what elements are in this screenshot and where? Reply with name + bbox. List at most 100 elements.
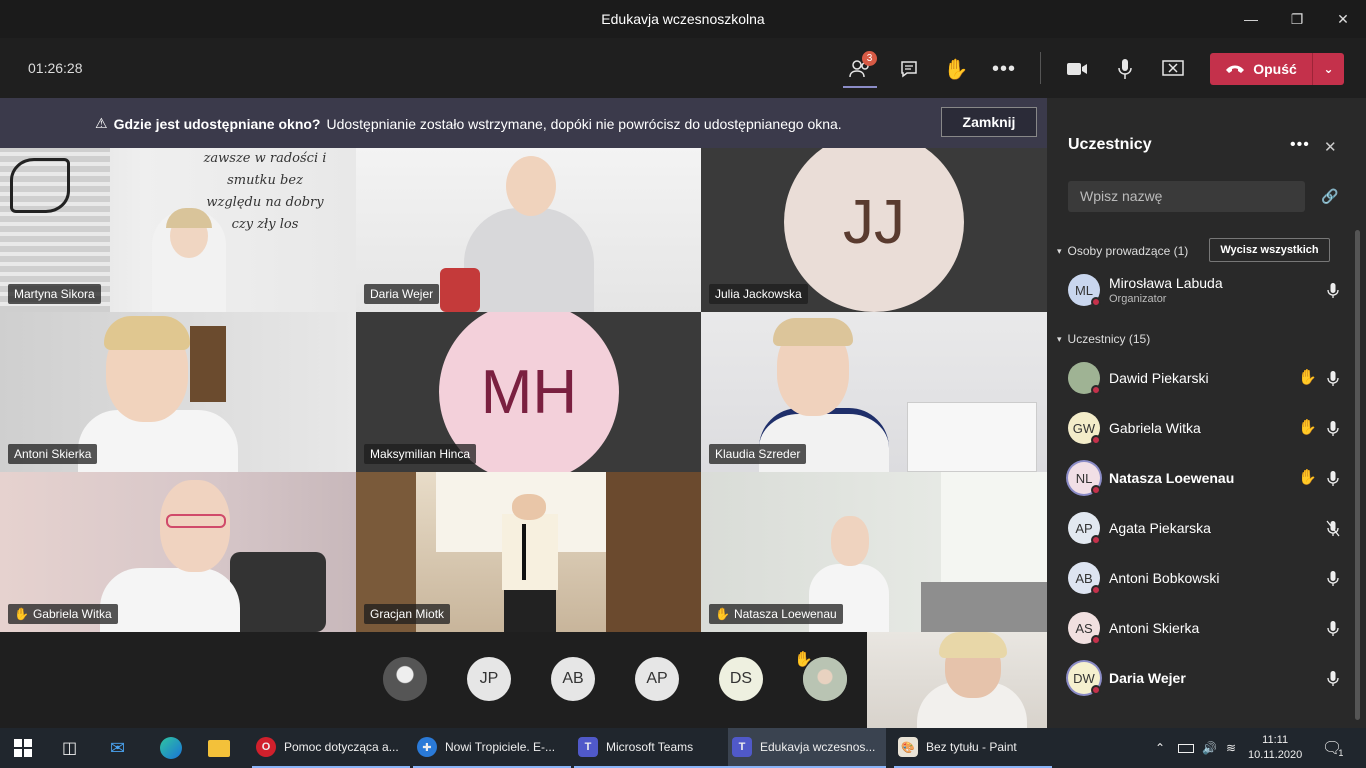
participant-row[interactable]: DW Daria Wejer [1068, 658, 1343, 698]
raised-hand-icon: ✋ [1298, 369, 1317, 386]
windows-taskbar: ◫ ✉ O Pomoc dotycząca a... ✚ Nowi Tropic… [0, 728, 1366, 768]
battery-icon[interactable] [1178, 728, 1194, 768]
participant-name: Gabriela Witka [1109, 420, 1201, 436]
self-video-preview[interactable] [867, 632, 1047, 728]
video-tile[interactable]: Antoni Skierka [0, 312, 356, 472]
attendees-section[interactable]: ▾ Uczestnicy (15) [1057, 332, 1150, 346]
status-dot [1091, 535, 1101, 545]
microphone-icon [1323, 368, 1343, 388]
raised-hand-icon: ✋ [715, 607, 730, 621]
participant-row[interactable]: AS Antoni Skierka [1068, 608, 1343, 648]
system-clock[interactable]: 11:11 10.11.2020 [1248, 733, 1302, 763]
participant-name: Maksymilian Hinca [364, 444, 477, 464]
windows-icon [14, 739, 32, 757]
microphone-button[interactable] [1110, 54, 1140, 84]
name-text: Gracjan Miotk [370, 607, 445, 621]
start-button[interactable] [14, 728, 32, 768]
sharing-paused-banner: ⚠ Gdzie jest udostępniane okno? Udostępn… [0, 98, 1047, 148]
leave-main[interactable]: Opuść [1210, 61, 1312, 77]
video-grid: zawsze w radości i smutku bez względu na… [0, 148, 1047, 632]
name-text: Gabriela Witka [32, 607, 112, 621]
picture-frame [190, 326, 226, 402]
taskbar-app[interactable]: O Pomoc dotycząca a... [252, 728, 410, 768]
edge-button[interactable] [160, 728, 182, 768]
mail-button[interactable]: ✉ [110, 728, 125, 768]
avatar-initials: JJ [784, 148, 964, 312]
raised-hand-icon: ✋ [1298, 419, 1317, 436]
toolbar-divider [1040, 52, 1041, 84]
microphone-icon [1323, 468, 1343, 488]
more-icon: ••• [991, 57, 1016, 80]
leave-options-button[interactable]: ⌄ [1312, 53, 1344, 85]
microphone-muted-icon [1323, 518, 1343, 538]
overflow-avatar[interactable]: AB [551, 657, 595, 701]
participant-row[interactable]: AP Agata Piekarska [1068, 508, 1343, 548]
participant-row[interactable]: GW Gabriela Witka ✋ [1068, 408, 1343, 448]
desk [921, 582, 1047, 632]
panel-close-icon[interactable]: ✕ [1324, 138, 1337, 156]
overflow-participants: JP AB AP DS ✋ [0, 632, 1047, 728]
leave-button[interactable]: Opuść ⌄ [1210, 53, 1344, 85]
volume-icon[interactable]: 🔊 [1202, 728, 1217, 768]
window-light [941, 472, 1047, 592]
video-tile[interactable]: ✋ Gabriela Witka [0, 472, 356, 632]
video-tile[interactable]: Klaudia Szreder [701, 312, 1047, 472]
avatar: DW [1068, 662, 1101, 695]
camera-button[interactable] [1062, 54, 1092, 84]
overflow-avatar-photo[interactable] [383, 657, 427, 701]
chat-button[interactable] [894, 54, 924, 84]
video-tile[interactable]: MH Maksymilian Hinca [356, 312, 701, 472]
participant-name: Daria Wejer [364, 284, 440, 304]
stop-sharing-button[interactable] [1158, 54, 1188, 84]
share-invite-icon[interactable]: 🔗 [1321, 188, 1338, 205]
notifications-button[interactable]: 🗨 1 [1322, 728, 1343, 768]
video-tile[interactable]: ✋ Natasza Loewenau [701, 472, 1047, 632]
panel-scrollbar[interactable] [1355, 230, 1360, 720]
taskbar-app[interactable]: 🎨 Bez tytułu - Paint [894, 728, 1052, 768]
taskbar-app[interactable]: T Microsoft Teams [574, 728, 732, 768]
mute-all-button[interactable]: Wycisz wszystkich [1209, 238, 1330, 262]
presenters-section[interactable]: ▾ Osoby prowadzące (1) [1057, 244, 1188, 258]
minimize-icon[interactable]: — [1228, 0, 1274, 38]
participant-name: Martyna Sikora [8, 284, 101, 304]
child-face [506, 156, 556, 216]
more-actions-button[interactable]: ••• [989, 54, 1019, 84]
tray-expand[interactable]: ⌃ [1155, 728, 1165, 768]
close-icon[interactable]: ✕ [1320, 0, 1366, 38]
chevron-down-icon: ⌄ [1323, 62, 1334, 76]
microphone-icon [1118, 59, 1132, 79]
video-tile[interactable]: Daria Wejer [356, 148, 701, 312]
participant-name: Daria Wejer [1109, 670, 1186, 686]
participants-button[interactable]: 3 [845, 51, 877, 84]
video-tile[interactable]: JJ Julia Jackowska [701, 148, 1047, 312]
panel-more-icon[interactable]: ••• [1290, 136, 1310, 154]
participant-search-input[interactable]: Wpisz nazwę [1068, 181, 1305, 212]
task-view-button[interactable]: ◫ [62, 728, 77, 768]
banner-close-button[interactable]: Zamknij [941, 107, 1037, 137]
taskbar-app[interactable]: ✚ Nowi Tropiciele. E-... [413, 728, 571, 768]
taskbar-app-label: Bez tytułu - Paint [926, 740, 1017, 754]
video-tile[interactable]: zawsze w radości i smutku bez względu na… [0, 148, 356, 312]
child-figure [464, 208, 594, 312]
taskbar-app-label: Microsoft Teams [606, 740, 694, 754]
participant-row[interactable]: Dawid Piekarski ✋ [1068, 358, 1343, 398]
chair [440, 268, 480, 312]
meeting-timer: 01:26:28 [28, 60, 83, 76]
participant-name: Antoni Skierka [8, 444, 98, 464]
participant-row[interactable]: AB Antoni Bobkowski [1068, 558, 1343, 598]
overflow-avatar[interactable]: DS [719, 657, 763, 701]
raise-hand-button[interactable]: ✋ [941, 54, 971, 84]
participant-row[interactable]: NL Natasza Loewenau ✋ [1068, 458, 1343, 498]
participant-row[interactable]: ML Mirosława Labuda Organizator [1068, 270, 1343, 310]
puzzle-icon: ✚ [417, 737, 437, 757]
overflow-avatar[interactable]: AP [635, 657, 679, 701]
participant-name: ✋ Gabriela Witka [8, 604, 118, 624]
maximize-icon[interactable]: ❐ [1274, 0, 1320, 38]
wifi-icon[interactable]: ≋ [1226, 728, 1236, 768]
participant-name: ✋ Natasza Loewenau [709, 604, 843, 624]
explorer-button[interactable] [208, 728, 230, 768]
overflow-avatar[interactable]: JP [467, 657, 511, 701]
microphone-icon [1323, 668, 1343, 688]
taskbar-app-active[interactable]: T Edukavja wczesnos... [728, 728, 886, 768]
video-tile[interactable]: Gracjan Miotk [356, 472, 701, 632]
